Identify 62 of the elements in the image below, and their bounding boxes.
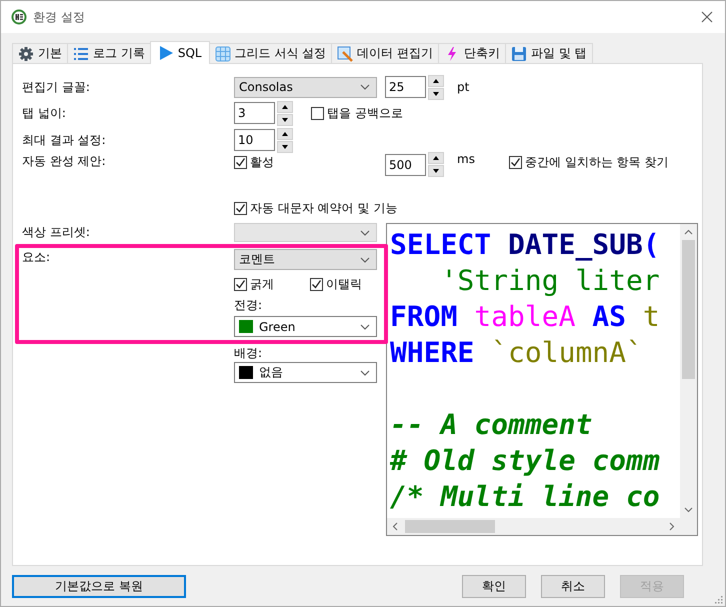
resize-grip-icon[interactable] <box>713 594 723 604</box>
tab[interactable]: SQL <box>150 41 210 64</box>
checkbox[interactable] <box>311 106 324 120</box>
tab[interactable]: 기본 <box>12 43 68 63</box>
checkbox[interactable] <box>508 156 522 169</box>
code-line: WHERE `columnA` <box>390 335 644 371</box>
app-logo-icon <box>11 9 27 25</box>
chevron-icon <box>360 370 370 376</box>
list-icon <box>73 46 89 62</box>
scroll-left-icon[interactable] <box>392 522 398 531</box>
checkbox[interactable] <box>234 156 247 169</box>
pencil-icon <box>337 46 354 62</box>
checkbox-label: 활성 <box>250 154 274 171</box>
field-label: 색상 프리셋: <box>22 224 91 241</box>
dialog-button[interactable]: 확인 <box>462 575 526 598</box>
dialog-button[interactable]: 기본값으로 복원 <box>12 575 186 598</box>
checkbox-label: 자동 대문자 예약어 및 기능 <box>250 200 398 216</box>
scroll-up-icon[interactable] <box>684 229 693 235</box>
field-label: 편집기 글꼴: <box>22 78 91 96</box>
scroll-right-icon[interactable] <box>669 522 675 531</box>
element-dropdown[interactable]: 코멘트 <box>234 249 377 270</box>
checkbox[interactable] <box>234 202 247 214</box>
checkbox-label: 중간에 일치하는 항목 찾기 <box>524 154 668 171</box>
font-dropdown[interactable]: Consolas <box>234 76 377 98</box>
dialog-button[interactable]: 취소 <box>541 575 605 598</box>
scroll-down-icon[interactable] <box>684 507 693 513</box>
field-label: 자동 완성 제안: <box>22 153 107 170</box>
window-title: 환경 설정 <box>33 8 85 26</box>
code-line: SELECT DATE_SUB( <box>390 227 661 263</box>
field-label: 탭 넓이: <box>22 104 67 122</box>
unit-label: ms <box>457 152 475 166</box>
tab[interactable]: 파일 및 탭 <box>505 43 593 63</box>
gear-icon <box>18 46 34 62</box>
checkbox-label: 탭을 공백으로 <box>327 104 403 122</box>
checkbox[interactable] <box>310 278 323 290</box>
tab[interactable]: 데이터 편집기 <box>331 43 440 63</box>
background-color-dropdown[interactable]: 없음 <box>234 362 377 383</box>
chevron-icon <box>360 230 370 236</box>
checkbox-label: 이탤릭 <box>326 276 362 292</box>
checkbox[interactable] <box>234 278 247 290</box>
code-line: FROM tableA AS t <box>390 299 661 335</box>
foreground-color-dropdown[interactable]: Green <box>234 316 377 337</box>
chevron-icon <box>360 84 370 90</box>
vertical-scrollbar[interactable] <box>680 224 697 518</box>
tab[interactable]: 단축키 <box>438 43 506 63</box>
checkbox-label: 굵게 <box>250 276 274 292</box>
tab[interactable]: 로그 기록 <box>67 43 151 63</box>
code-line: /* Multi line co <box>390 479 661 515</box>
play-icon <box>158 45 174 61</box>
field-label: 배경: <box>234 344 262 362</box>
field-label: 최대 결과 설정: <box>22 132 107 148</box>
tab[interactable]: 그리드 서식 설정 <box>208 43 332 63</box>
unit-label: pt <box>457 80 470 94</box>
chevron-icon <box>360 256 370 262</box>
grid-icon <box>214 46 231 62</box>
field-label: 전경: <box>234 296 262 314</box>
close-icon[interactable] <box>701 11 713 23</box>
chevron-icon <box>360 324 370 330</box>
horizontal-scrollbar[interactable] <box>387 518 697 535</box>
code-line: 'String liter <box>440 263 661 299</box>
field-label: 요소: <box>22 249 52 266</box>
code-line: -- A comment <box>390 407 594 443</box>
